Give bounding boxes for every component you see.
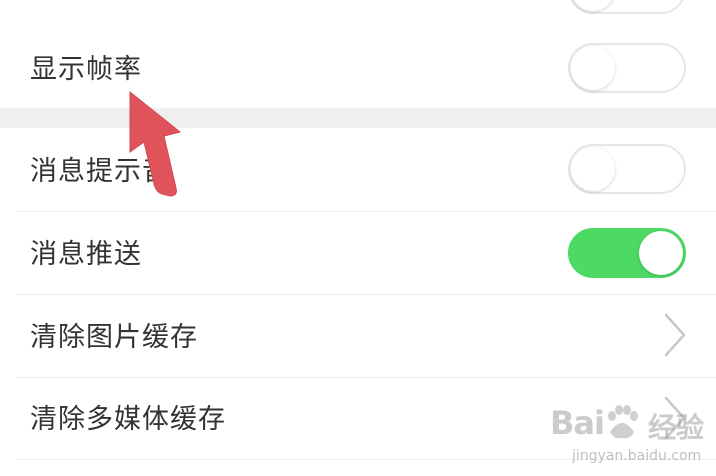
watermark-brand: Bai xyxy=(550,404,605,442)
show-framerate-toggle[interactable] xyxy=(568,43,686,93)
toggle-knob xyxy=(571,0,615,11)
baidu-watermark: Bai 经验 jingyan.baidu.com xyxy=(540,396,710,472)
row-label: 消息推送 xyxy=(30,239,142,270)
message-sound-toggle[interactable] xyxy=(568,144,686,194)
chevron-right-icon xyxy=(664,313,686,357)
pointer-arrow-icon xyxy=(129,90,182,197)
message-push-toggle[interactable] xyxy=(568,228,686,278)
settings-row-show-framerate[interactable]: 显示帧率 xyxy=(0,26,716,108)
toggle-knob xyxy=(571,147,615,191)
settings-row-clear-image-cache[interactable]: 清除图片缓存 xyxy=(0,295,716,377)
row-label: 清除多媒体缓存 xyxy=(30,404,226,435)
watermark-brand-cn: 经验 xyxy=(648,411,705,444)
settings-row-message-sound[interactable]: 消息提示音 xyxy=(0,128,716,212)
baidu-paw-icon xyxy=(608,405,638,439)
toggle-knob xyxy=(639,231,683,275)
previous-row-toggle[interactable] xyxy=(568,0,686,14)
settings-screen: 显示帧率 消息提示音 消息推送 清除图片缓存 清除多媒体缓存 Bai 经验 ji… xyxy=(0,0,716,476)
section-separator xyxy=(0,108,716,128)
row-label: 清除图片缓存 xyxy=(30,322,198,353)
watermark-url: jingyan.baidu.com xyxy=(572,448,702,464)
toggle-knob xyxy=(571,46,615,90)
settings-row-message-push[interactable]: 消息推送 xyxy=(0,212,716,294)
row-label: 显示帧率 xyxy=(30,54,142,85)
